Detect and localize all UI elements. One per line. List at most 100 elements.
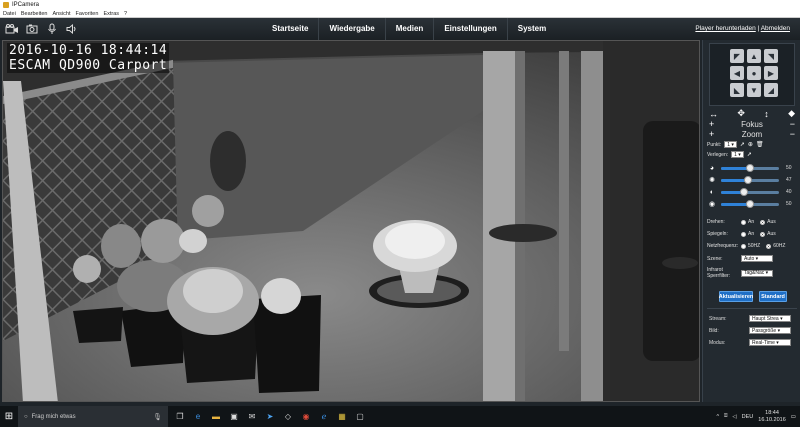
drehen-an-radio[interactable]: An bbox=[741, 219, 754, 225]
volume-icon[interactable]: ◁ bbox=[732, 414, 736, 420]
task-view-icon[interactable]: ❐ bbox=[174, 411, 186, 423]
app-icon bbox=[3, 2, 9, 8]
brightness-value: 50 bbox=[786, 165, 792, 171]
slider-knob[interactable] bbox=[744, 175, 752, 184]
goto-preset-icon[interactable]: ➚ bbox=[740, 141, 745, 148]
pan-down-left-icon[interactable]: ◣ bbox=[730, 83, 744, 97]
nav-wiedergabe[interactable]: Wiedergabe bbox=[319, 18, 386, 40]
ptz-center-icon[interactable]: ● bbox=[747, 66, 761, 80]
menu-help[interactable]: ? bbox=[124, 11, 127, 17]
sharpness-slider[interactable]: ◉ 50 bbox=[707, 198, 797, 210]
menu-extras[interactable]: Extras bbox=[103, 11, 119, 17]
zoom-minus-icon[interactable]: − bbox=[790, 129, 795, 139]
settings-icon[interactable]: ◇ bbox=[282, 411, 294, 423]
menu-datei[interactable]: Datei bbox=[3, 11, 16, 17]
pan-down-icon[interactable]: ▼ bbox=[747, 83, 761, 97]
record-icon[interactable] bbox=[5, 23, 19, 35]
pan-up-icon[interactable]: ▲ bbox=[747, 49, 761, 63]
taskbar-search[interactable]: ○ Frag mich etwas 🎙 bbox=[18, 406, 168, 427]
all-directions-icon[interactable]: ✥ bbox=[737, 108, 745, 119]
window-titlebar: IPCamera bbox=[0, 0, 800, 10]
app-window: IPCamera Datei Bearbeiten Ansicht Favori… bbox=[0, 0, 800, 427]
bild-select[interactable]: Passgröße ▾ bbox=[749, 327, 791, 334]
chrome-icon[interactable]: ◉ bbox=[300, 411, 312, 423]
taskbar-clock[interactable]: 18:44 16.10.2016 bbox=[758, 410, 786, 424]
pan-left-icon[interactable]: ◀ bbox=[730, 66, 744, 80]
language-indicator[interactable]: DEU bbox=[742, 414, 754, 420]
mail-icon[interactable]: ✉ bbox=[246, 411, 258, 423]
pan-right-icon[interactable]: ▶ bbox=[764, 66, 778, 80]
microphone-icon[interactable] bbox=[45, 23, 59, 35]
slider-knob[interactable] bbox=[740, 187, 748, 196]
menu-favoriten[interactable]: Favoriten bbox=[76, 11, 99, 17]
zoom-plus-icon[interactable]: + bbox=[709, 129, 714, 139]
microphone-icon[interactable]: 🎙 bbox=[153, 413, 162, 421]
osd-datetime: 2016-10-16 18:44:14 bbox=[7, 43, 170, 58]
logout-link[interactable]: Abmelden bbox=[761, 25, 790, 32]
spiegeln-an-radio[interactable]: An bbox=[741, 231, 754, 237]
camera-app-icon[interactable]: ▢ bbox=[354, 411, 366, 423]
paint-icon[interactable]: ▦ bbox=[336, 411, 348, 423]
stream-select[interactable]: Haupt Strea ▾ bbox=[749, 315, 791, 322]
snapshot-icon[interactable] bbox=[25, 23, 39, 35]
horizontal-cruise-icon[interactable]: ↔ bbox=[709, 109, 718, 119]
menu-ansicht[interactable]: Ansicht bbox=[52, 11, 70, 17]
stream-settings: Stream: Haupt Strea ▾ Bild: Passgröße ▾ … bbox=[707, 308, 797, 350]
network-icon[interactable]: ⌸ bbox=[724, 413, 727, 420]
focus-minus-icon[interactable]: − bbox=[790, 119, 795, 129]
delete-preset-icon[interactable]: 🗑 bbox=[756, 141, 764, 148]
freq-60hz-radio[interactable]: 60HZ bbox=[766, 243, 785, 249]
spiegeln-label: Spiegeln: bbox=[707, 231, 728, 237]
eye-icon: ◉ bbox=[708, 201, 716, 208]
vertical-cruise-icon[interactable]: ↕ bbox=[764, 109, 769, 119]
contrast-slider[interactable]: ✺ 47 bbox=[707, 174, 797, 186]
link-separator: | bbox=[757, 25, 760, 32]
clock-time: 18:44 bbox=[765, 409, 779, 416]
app-header: Startseite Wiedergabe Medien Einstellung… bbox=[0, 18, 800, 40]
default-button[interactable]: Standard bbox=[759, 291, 787, 302]
edge-icon[interactable]: e bbox=[192, 411, 204, 423]
speaker-icon[interactable] bbox=[65, 23, 79, 35]
spiegeln-aus-radio[interactable]: Aus bbox=[760, 231, 776, 237]
app-icon[interactable]: ➤ bbox=[264, 411, 276, 423]
nav-einstellungen[interactable]: Einstellungen bbox=[434, 18, 508, 40]
pan-up-right-icon[interactable]: ◥ bbox=[764, 49, 778, 63]
nav-medien[interactable]: Medien bbox=[386, 18, 435, 40]
system-tray: ^ ⌸ ◁ DEU 18:44 16.10.2016 ▭ bbox=[717, 406, 797, 427]
infrarot-select[interactable]: Tag&Nac ▾ bbox=[741, 269, 773, 277]
nav-system[interactable]: System bbox=[508, 18, 556, 40]
refresh-button[interactable]: Aktualisieren bbox=[719, 291, 753, 302]
netzfrequenz-label: Netzfrequenz: bbox=[707, 243, 739, 249]
store-icon[interactable]: ▣ bbox=[228, 411, 240, 423]
brightness-slider[interactable]: ◕ 50 bbox=[707, 162, 797, 174]
drehen-aus-radio[interactable]: Aus bbox=[760, 219, 776, 225]
image-sliders: ◕ 50 ✺ 47 ◐ 40 ◉ 50 bbox=[707, 162, 797, 210]
download-player-link[interactable]: Player herunterladen bbox=[695, 25, 755, 32]
notifications-icon[interactable]: ▭ bbox=[791, 414, 796, 420]
chevron-up-icon[interactable]: ^ bbox=[717, 414, 720, 420]
preset-cruise-icon[interactable]: ◆ bbox=[788, 108, 795, 119]
slider-knob[interactable] bbox=[746, 163, 754, 172]
camera-video-feed[interactable]: 2016-10-16 18:44:14 ESCAM QD900 Carport bbox=[2, 40, 700, 402]
szene-label: Szene: bbox=[707, 255, 723, 262]
szene-select[interactable]: Auto ▾ bbox=[741, 255, 773, 262]
punkt-select[interactable]: 1 ▾ bbox=[724, 141, 737, 148]
focus-row: + Fokus − bbox=[709, 119, 795, 129]
slider-knob[interactable] bbox=[746, 199, 754, 208]
camera-scene bbox=[3, 41, 699, 401]
windows-start-icon[interactable]: ⊞ bbox=[0, 406, 18, 427]
verlegen-select[interactable]: 1 ▾ bbox=[731, 151, 744, 158]
go-icon[interactable]: ➚ bbox=[747, 151, 752, 158]
freq-50hz-radio[interactable]: 50HZ bbox=[741, 243, 760, 249]
pan-down-right-icon[interactable]: ◢ bbox=[764, 83, 778, 97]
nav-startseite[interactable]: Startseite bbox=[262, 18, 320, 40]
saturation-slider[interactable]: ◐ 40 bbox=[707, 186, 797, 198]
modus-select[interactable]: Real-Time ▾ bbox=[749, 339, 791, 346]
internet-explorer-icon[interactable]: ℯ bbox=[318, 411, 330, 423]
toolbar bbox=[0, 23, 79, 35]
file-explorer-icon[interactable]: ▬ bbox=[210, 411, 222, 423]
pan-up-left-icon[interactable]: ◤ bbox=[730, 49, 744, 63]
focus-plus-icon[interactable]: + bbox=[709, 119, 714, 129]
menu-bearbeiten[interactable]: Bearbeiten bbox=[21, 11, 48, 17]
set-preset-icon[interactable]: ⊕ bbox=[748, 141, 753, 148]
